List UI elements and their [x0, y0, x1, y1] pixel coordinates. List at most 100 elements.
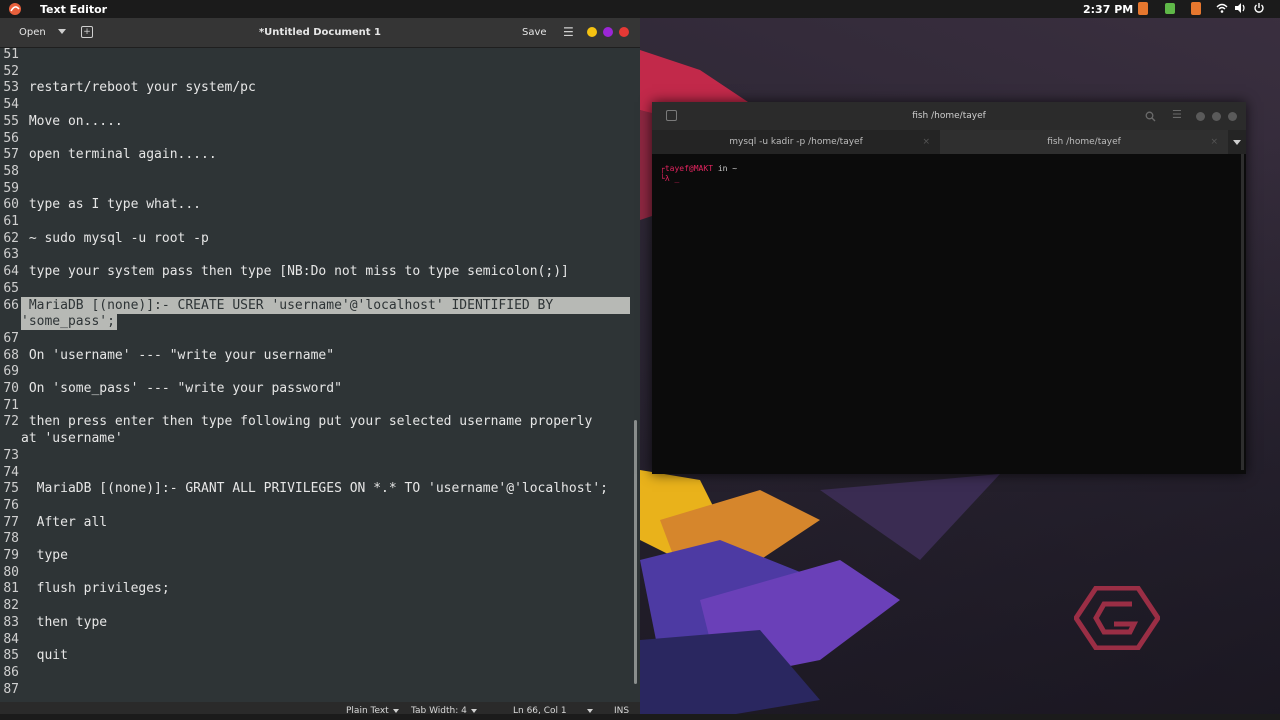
code-line[interactable]: 54 [0, 96, 632, 113]
tab-label: fish /home/tayef [1047, 137, 1121, 147]
code-line[interactable]: 56 [0, 130, 632, 147]
volume-icon[interactable] [1234, 2, 1246, 14]
line-number: 85 [3, 648, 19, 664]
line-text: then type [21, 614, 108, 630]
code-line[interactable]: 59 [0, 180, 632, 197]
line-number: 55 [3, 113, 19, 129]
line-number: 70 [3, 381, 19, 396]
code-line[interactable]: 69 [0, 363, 632, 380]
code-line[interactable]: 75 MariaDB [(none)]:- GRANT ALL PRIVILEG… [0, 480, 632, 497]
position-dropdown-icon[interactable] [587, 709, 593, 713]
power-icon[interactable] [1253, 2, 1265, 14]
line-number: 87 [3, 681, 19, 697]
search-icon[interactable] [1145, 111, 1156, 122]
wifi-icon[interactable] [1216, 2, 1228, 14]
tray-clipboard-icon[interactable] [1191, 2, 1201, 15]
system-tray [1138, 2, 1265, 15]
code-line[interactable]: 70 On 'some_pass' --- "write your passwo… [0, 380, 632, 397]
code-line[interactable]: 61 [0, 213, 632, 230]
prompt-input-line: └λ _ [660, 174, 737, 184]
code-line[interactable]: 51 [0, 48, 632, 63]
line-number: 63 [3, 247, 19, 263]
code-line[interactable]: 60 type as I type what... [0, 196, 632, 213]
clock[interactable]: 2:37 PM [1083, 3, 1133, 16]
tray-app-icon[interactable] [1138, 2, 1148, 15]
line-number: 64 [3, 264, 19, 280]
line-text: at 'username' [21, 431, 123, 447]
line-number: 71 [3, 397, 19, 413]
terminal-tab-fish[interactable]: fish /home/tayef × [940, 130, 1228, 154]
line-number: 68 [3, 347, 19, 363]
maximize-button[interactable] [1212, 112, 1221, 121]
code-line[interactable]: 74 [0, 464, 632, 481]
code-line[interactable]: 76 [0, 497, 632, 514]
active-app-title[interactable]: Text Editor [40, 3, 107, 16]
terminal-scrollbar[interactable] [1241, 154, 1244, 470]
maximize-button[interactable] [603, 27, 613, 37]
code-line[interactable]: 87 [0, 681, 632, 698]
code-line[interactable]: 85 quit [0, 647, 632, 664]
line-number: 59 [3, 180, 19, 196]
code-line[interactable]: 57 open terminal again..... [0, 146, 632, 163]
code-line[interactable]: 52 [0, 63, 632, 80]
code-line[interactable]: 79 type [0, 547, 632, 564]
line-number: 79 [3, 548, 19, 563]
hamburger-menu-icon[interactable]: ☰ [563, 25, 574, 39]
code-line[interactable]: 55 Move on..... [0, 113, 632, 130]
line-number: 56 [3, 130, 19, 146]
line-number: 82 [3, 598, 19, 614]
code-line[interactable]: 67 [0, 330, 632, 347]
line-number: 77 [3, 514, 19, 530]
save-button[interactable]: Save [522, 27, 547, 38]
minimize-button[interactable] [1196, 112, 1205, 121]
code-line[interactable]: 58 [0, 163, 632, 180]
editor-scrollbar[interactable] [634, 420, 637, 684]
code-line[interactable]: 82 [0, 597, 632, 614]
code-line[interactable]: 66 MariaDB [(none)]:- CREATE USER 'usern… [0, 296, 632, 314]
hamburger-menu-icon[interactable]: ☰ [1172, 108, 1182, 121]
tab-close-icon[interactable]: × [1210, 130, 1218, 154]
code-line[interactable]: 'some_pass'; [0, 313, 632, 331]
bottom-dock [0, 714, 1280, 720]
text-view[interactable]: 51 52 53 restart/reboot your system/pc 54 55… [0, 48, 632, 704]
line-number: 73 [3, 447, 19, 463]
line-text: MariaDB [(none)]:- CREATE USER 'username… [21, 297, 554, 313]
terminal-output[interactable]: ┌tayef@MAKT in ~ └λ _ [660, 164, 737, 184]
editor-headerbar: Open + *Untitled Document 1 Save ☰ [0, 18, 640, 48]
code-line[interactable]: 84 [0, 631, 632, 648]
code-line[interactable]: 83 then type [0, 614, 632, 631]
line-number: 84 [3, 631, 19, 647]
close-button[interactable] [619, 27, 629, 37]
line-number: 75 [3, 481, 19, 497]
code-line[interactable]: 81 flush privileges; [0, 580, 632, 597]
line-number: 74 [3, 464, 19, 480]
code-line[interactable]: 62 ~ sudo mysql -u root -p [0, 230, 632, 247]
line-number: 72 [3, 414, 19, 430]
line-text: type your system pass then type [NB:Do n… [21, 264, 569, 280]
code-line[interactable]: 80 [0, 564, 632, 581]
code-line[interactable]: 72 then press enter then type following … [0, 413, 632, 430]
code-line[interactable]: 68 On 'username' --- "write your usernam… [0, 347, 632, 364]
tray-notes-icon[interactable] [1165, 3, 1175, 14]
code-line[interactable]: 73 [0, 447, 632, 464]
tabs-dropdown-icon[interactable] [1233, 140, 1241, 145]
code-line[interactable]: 64 type your system pass then type [NB:D… [0, 263, 632, 280]
terminal-headerbar: fish /home/tayef ☰ [652, 102, 1246, 130]
code-line[interactable]: 53 restart/reboot your system/pc [0, 79, 632, 96]
code-line[interactable]: 71 [0, 397, 632, 414]
close-button[interactable] [1228, 112, 1237, 121]
tab-close-icon[interactable]: × [922, 130, 930, 154]
code-line[interactable]: 63 [0, 246, 632, 263]
minimize-button[interactable] [587, 27, 597, 37]
terminal-tab-mysql[interactable]: mysql -u kadir -p /home/tayef × [652, 130, 940, 154]
code-line[interactable]: 86 [0, 664, 632, 681]
code-line[interactable]: 78 [0, 530, 632, 547]
line-text: open terminal again..... [21, 147, 217, 163]
line-number: 60 [3, 197, 19, 213]
code-line[interactable]: 77 After all [0, 514, 632, 531]
code-line[interactable]: 65 [0, 280, 632, 297]
desktop-logo-icon [1074, 586, 1160, 650]
app-menu-icon[interactable] [8, 2, 22, 16]
code-line[interactable]: at 'username' [0, 430, 632, 447]
line-number: 83 [3, 614, 19, 630]
